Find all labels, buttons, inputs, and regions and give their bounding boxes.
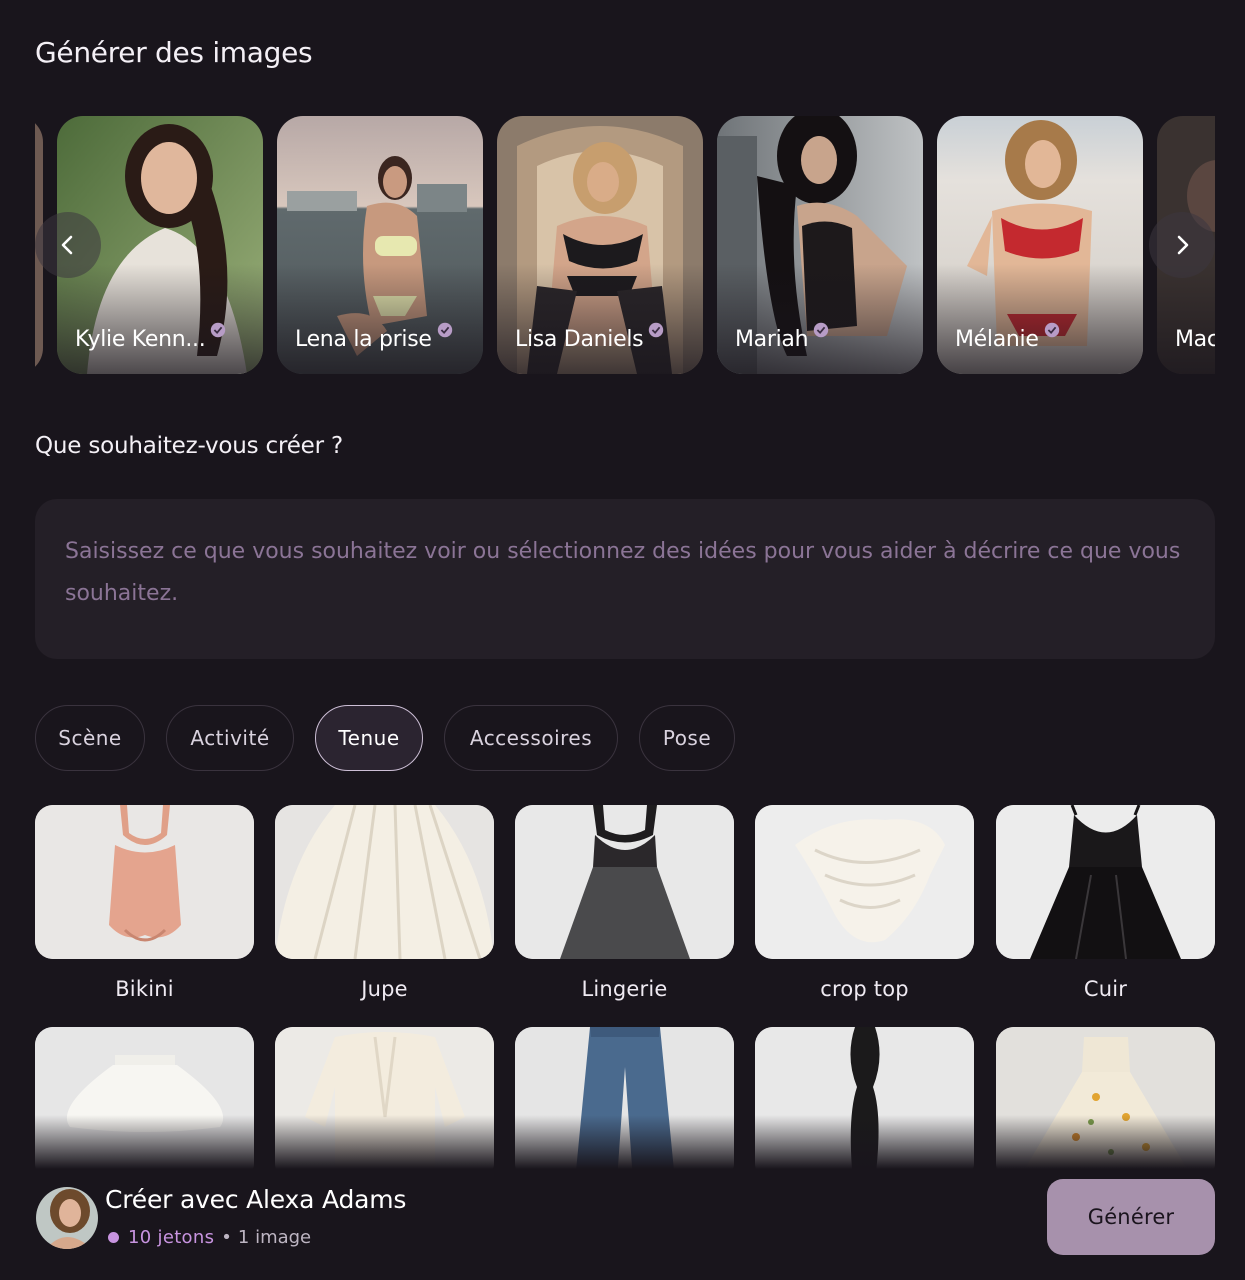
page-title: Générer des images [35, 36, 313, 69]
character-name-row: Lisa Daniels [515, 322, 665, 352]
avatar[interactable] [36, 1187, 98, 1249]
tab-scene[interactable]: Scène [35, 705, 145, 771]
grid-fade-overlay [0, 1115, 1245, 1175]
character-name: Kylie Kenn... [75, 327, 206, 352]
character-card-lisa[interactable]: Lisa Daniels [497, 116, 703, 374]
generate-button[interactable]: Générer [1047, 1179, 1215, 1255]
outfit-label: crop top [820, 977, 909, 1001]
footer-title: Créer avec Alexa Adams [105, 1185, 407, 1214]
outfit-thumbnail [996, 805, 1215, 959]
tab-accessoires[interactable]: Accessoires [444, 705, 618, 771]
outfit-thumbnail [35, 805, 254, 959]
verified-badge-icon [814, 322, 829, 338]
generate-footer: Créer avec Alexa Adams 10 jetons • 1 ima… [0, 1175, 1245, 1280]
character-name-row: Mariah [735, 322, 830, 352]
character-card-lena[interactable]: Lena la prise [277, 116, 483, 374]
card-shade [57, 264, 263, 374]
token-icon [108, 1232, 119, 1243]
character-name-row: Lena la prise [295, 322, 454, 352]
verified-badge-icon [437, 322, 452, 338]
character-card-mariah[interactable]: Mariah [717, 116, 923, 374]
separator: • [221, 1227, 232, 1248]
character-name: Lena la prise [295, 327, 432, 352]
outfit-thumbnail [275, 805, 494, 959]
generate-images-page: Générer des images Kylie Kenn... Lena la… [0, 0, 1245, 1280]
character-name-row: Mac [1175, 327, 1215, 352]
card-shade [497, 264, 703, 374]
cost-info: 10 jetons • 1 image [108, 1227, 311, 1248]
outfit-label: Lingerie [581, 977, 668, 1001]
image-count: 1 image [237, 1227, 312, 1248]
carousel-next-button[interactable] [1149, 212, 1215, 278]
outfit-label: Cuir [1083, 977, 1128, 1001]
card-shade [277, 264, 483, 374]
verified-badge-icon [1044, 322, 1059, 338]
outfit-option-bikini[interactable]: Bikini [35, 805, 254, 1001]
outfit-thumbnail [515, 805, 734, 959]
outfit-label: Jupe [361, 977, 408, 1001]
character-card-melanie[interactable]: Mélanie [937, 116, 1143, 374]
outfit-thumbnail [755, 805, 974, 959]
token-cost: 10 jetons [128, 1227, 215, 1248]
prompt-input[interactable] [65, 531, 1185, 627]
carousel-prev-button[interactable] [35, 212, 101, 278]
card-shade [937, 264, 1143, 374]
character-name: Mélanie [955, 327, 1039, 352]
prompt-box [35, 499, 1215, 659]
tab-pose[interactable]: Pose [639, 705, 735, 771]
outfit-label: Bikini [115, 977, 174, 1001]
tab-activite[interactable]: Activité [166, 705, 294, 771]
outfit-option-cuir[interactable]: Cuir [996, 805, 1215, 1001]
prompt-question: Que souhaitez-vous créer ? [35, 433, 343, 459]
verified-badge-icon [211, 322, 226, 338]
chevron-right-icon [1177, 235, 1189, 255]
verified-badge-icon [649, 322, 664, 338]
character-name: Lisa Daniels [515, 327, 644, 352]
outfit-option-crop-top[interactable]: crop top [755, 805, 974, 1001]
outfit-option-lingerie[interactable]: Lingerie [515, 805, 734, 1001]
character-name: Mariah [735, 327, 809, 352]
character-name-row: Kylie Kenn... [75, 322, 227, 352]
character-name: Mac [1175, 327, 1215, 352]
tab-tenue[interactable]: Tenue [315, 705, 423, 771]
card-shade [717, 264, 923, 374]
card-shade [1157, 264, 1215, 374]
chevron-left-icon [61, 235, 73, 255]
outfit-option-jupe[interactable]: Jupe [275, 805, 494, 1001]
character-carousel: Kylie Kenn... Lena la prise Lisa Daniels… [35, 116, 1215, 374]
character-name-row: Mélanie [955, 322, 1061, 352]
